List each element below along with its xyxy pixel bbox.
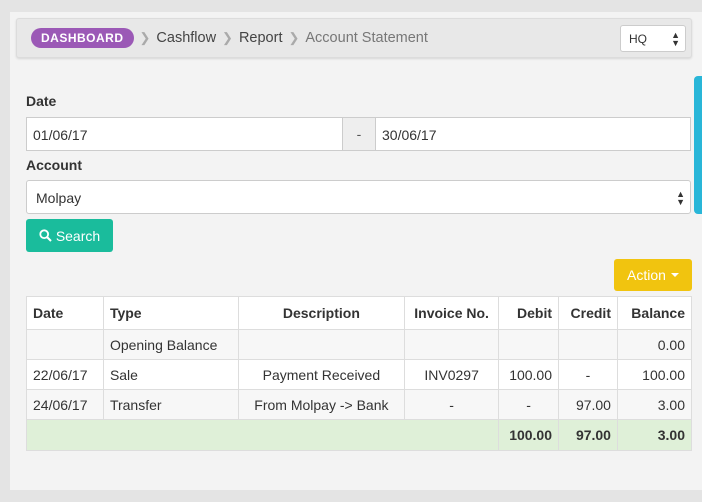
cell-date: 22/06/17 [26,359,104,390]
chevron-right-icon: ❯ [139,30,151,45]
branch-select[interactable]: HQ ▲ ▼ [620,25,686,52]
cell-credit: 97.00 [558,389,618,420]
cell-invoice [404,329,500,360]
search-button[interactable]: Search [26,219,113,252]
breadcrumb-cashflow[interactable]: Cashflow [156,30,216,46]
account-select-value: Molpay [36,190,82,206]
table-header-row: Date Type Description Invoice No. Debit … [26,296,693,330]
column-header-description[interactable]: Description [237,296,406,330]
cell-invoice: - [404,389,500,420]
cell-balance: 100.00 [616,359,693,390]
account-label: Account [26,157,82,173]
cell-balance: 3.00 [616,389,693,420]
branch-select-value: HQ [629,32,647,46]
action-button-label: Action [627,267,666,283]
chevron-right-icon: ❯ [222,30,233,45]
action-dropdown-button[interactable]: Action [614,259,692,291]
cell-debit: - [498,389,560,420]
breadcrumb: DASHBOARD ❯ Cashflow ❯ Report ❯ Account … [31,19,428,57]
date-to-input[interactable]: 30/06/17 [375,117,691,151]
total-debit: 100.00 [498,419,560,451]
cell-debit [498,329,560,360]
account-statement-table: Date Type Description Invoice No. Debit … [25,296,693,451]
column-header-credit[interactable]: Credit [558,296,618,330]
select-arrows-icon: ▲ ▼ [676,189,685,207]
cell-date [26,329,104,360]
column-header-date[interactable]: Date [26,296,104,330]
total-row-spacer [25,419,500,451]
cell-description [237,329,406,360]
total-balance: 3.00 [616,419,693,451]
cell-credit: - [558,359,618,390]
cell-description: From Molpay -> Bank [237,389,406,420]
table-row: Opening Balance 0.00 [26,329,693,360]
table-total-row: 100.00 97.00 3.00 [25,419,693,451]
search-icon [39,229,52,242]
side-panel-tab[interactable] [694,76,702,214]
caret-down-icon [670,273,679,277]
column-header-balance[interactable]: Balance [616,296,693,330]
select-arrows-icon: ▲ ▼ [671,30,680,48]
cell-debit: 100.00 [498,359,560,390]
cell-type: Transfer [102,389,239,420]
date-label: Date [26,93,57,109]
search-button-label: Search [55,227,101,244]
account-select[interactable]: Molpay ▲ ▼ [26,180,691,214]
cell-invoice[interactable]: INV0297 [404,359,500,390]
date-from-input[interactable]: 01/06/17 [26,117,343,151]
total-credit: 97.00 [558,419,618,451]
cell-date: 24/06/17 [26,389,104,420]
column-header-invoice[interactable]: Invoice No. [404,296,500,330]
cell-type: Sale [102,359,239,390]
chevron-right-icon: ❯ [288,30,300,45]
breadcrumb-report[interactable]: Report [239,30,283,46]
cell-balance: 0.00 [616,329,693,360]
cell-type: Opening Balance [102,329,239,360]
date-range-separator: - [342,117,376,151]
breadcrumb-dashboard[interactable]: DASHBOARD [31,28,134,48]
cell-credit [558,329,618,360]
breadcrumb-account-statement: Account Statement [305,30,428,46]
column-header-type[interactable]: Type [102,296,239,330]
table-row: 24/06/17 Transfer From Molpay -> Bank - … [26,389,693,420]
table-row: 22/06/17 Sale Payment Received INV0297 1… [26,359,693,390]
breadcrumb-bar: DASHBOARD ❯ Cashflow ❯ Report ❯ Account … [16,18,692,58]
column-header-debit[interactable]: Debit [498,296,560,330]
cell-description: Payment Received [237,359,406,390]
